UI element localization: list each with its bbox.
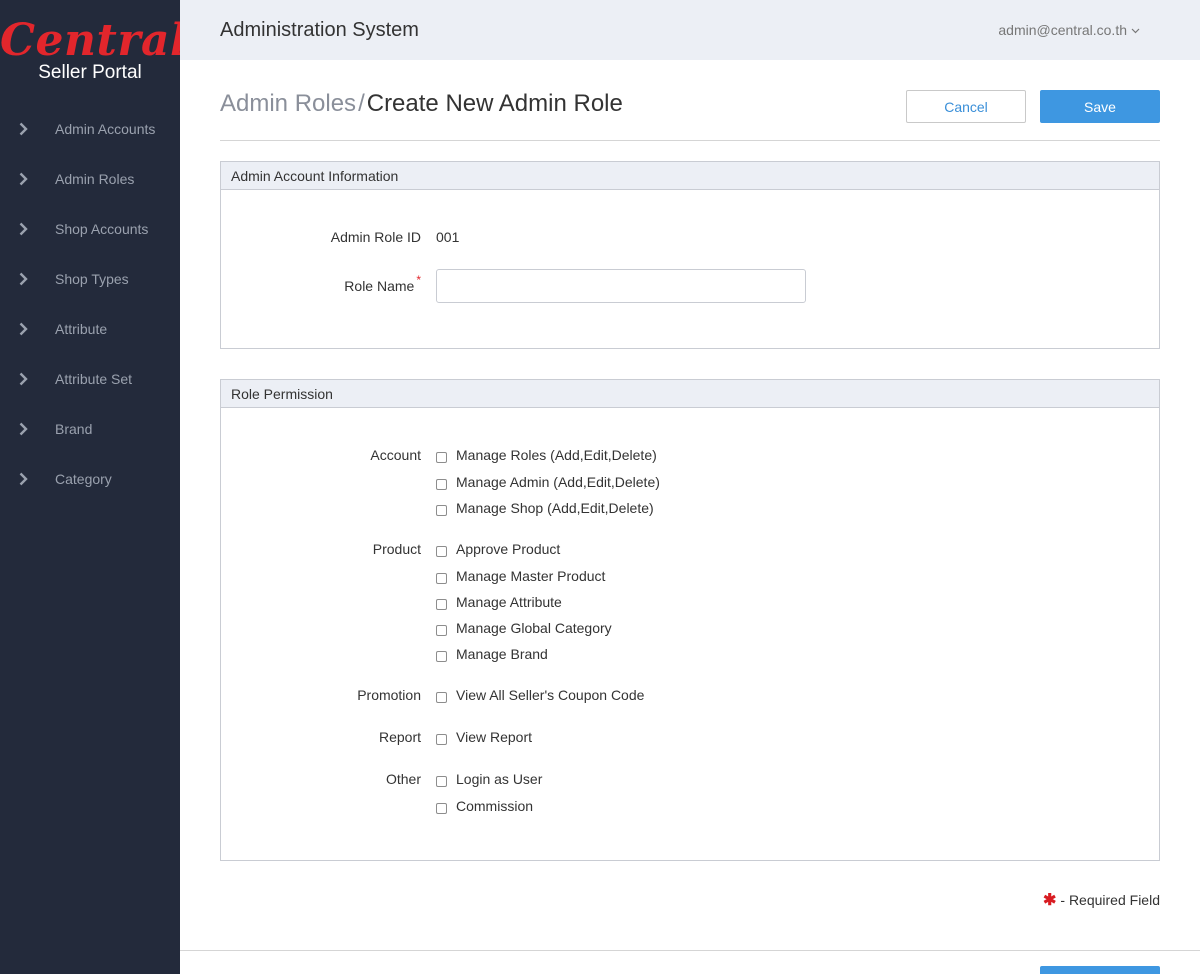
permission-option-label: View Report	[456, 729, 533, 745]
required-field-note: ✱ - Required Field	[1043, 890, 1160, 910]
breadcrumb: Admin Roles/Create New Admin Role	[220, 89, 623, 119]
checkbox-icon	[436, 775, 447, 787]
checkbox-icon	[436, 451, 447, 463]
chevron-right-icon	[19, 204, 31, 254]
sidebar-item-label: Category	[55, 471, 112, 487]
required-asterisk-icon: ✱	[1042, 892, 1057, 909]
checkbox-icon	[436, 802, 447, 814]
checkbox-icon	[436, 572, 447, 584]
checkbox-icon	[436, 504, 447, 516]
sidebar-nav: Admin Accounts Admin Roles Shop Accounts…	[0, 104, 180, 504]
sidebar-item-label: Attribute	[55, 321, 108, 337]
user-menu[interactable]: admin@central.co.th	[998, 0, 1140, 60]
checkbox-icon	[436, 650, 447, 662]
sidebar-item-label: Brand	[55, 421, 93, 437]
permission-approve-product-checkbox[interactable]: Approve Product	[436, 541, 560, 557]
sidebar-item-label: Attribute Set	[55, 371, 133, 387]
permission-option-label: Manage Attribute	[456, 594, 562, 610]
sidebar-item-attribute[interactable]: Attribute	[0, 304, 180, 354]
checkbox-icon	[436, 691, 447, 703]
chevron-down-icon	[1131, 28, 1140, 34]
chevron-right-icon	[19, 304, 31, 354]
permission-group-report-label: Report	[378, 729, 421, 745]
permission-group-promotion-label: Promotion	[357, 687, 421, 703]
sidebar-item-label: Shop Accounts	[55, 221, 149, 237]
chevron-right-icon	[19, 254, 31, 304]
checkbox-icon	[436, 545, 447, 557]
permission-option-label: Login as User	[456, 771, 543, 787]
breadcrumb-parent-link[interactable]: Admin Roles	[220, 90, 356, 117]
page-header: Admin Roles/Create New Admin Role Cancel…	[220, 60, 1160, 141]
permission-manage-admin-checkbox[interactable]: Manage Admin (Add,Edit,Delete)	[436, 474, 660, 490]
top-bar: Administration System admin@central.co.t…	[180, 0, 1200, 60]
sidebar-item-label: Admin Accounts	[55, 121, 156, 137]
permission-option-label: Manage Master Product	[456, 568, 606, 584]
admin-account-info-panel: Admin Account Information Admin Role ID …	[220, 161, 1160, 349]
sidebar-item-attribute-set[interactable]: Attribute Set	[0, 354, 180, 404]
sidebar-item-brand[interactable]: Brand	[0, 404, 180, 454]
checkbox-icon	[436, 598, 447, 610]
sidebar-item-category[interactable]: Category	[0, 454, 180, 504]
sidebar-item-label: Admin Roles	[55, 171, 135, 187]
permission-option-label: View All Seller's Coupon Code	[456, 687, 645, 703]
permission-manage-global-category-checkbox[interactable]: Manage Global Category	[436, 620, 612, 636]
panel-title: Admin Account Information	[221, 162, 1159, 190]
chevron-right-icon	[19, 454, 31, 504]
main-content: Admin Roles/Create New Admin Role Cancel…	[220, 60, 1160, 909]
sidebar-item-label: Shop Types	[55, 271, 129, 287]
role-name-label: Role Name *	[221, 273, 421, 294]
save-button[interactable]: Save	[1040, 90, 1160, 123]
admin-role-id-value: 001	[436, 229, 460, 245]
cancel-button[interactable]: Cancel	[906, 90, 1026, 123]
role-name-label-text: Role Name	[344, 278, 415, 294]
permission-manage-attribute-checkbox[interactable]: Manage Attribute	[436, 594, 562, 610]
panel-title: Role Permission	[221, 380, 1159, 408]
checkbox-icon	[436, 624, 447, 636]
sidebar-item-shop-accounts[interactable]: Shop Accounts	[0, 204, 180, 254]
logo-wordmark: Central	[0, 15, 188, 66]
permission-option-label: Manage Admin (Add,Edit,Delete)	[456, 474, 660, 490]
permission-option-label: Manage Roles (Add,Edit,Delete)	[456, 447, 657, 463]
role-name-input[interactable]	[436, 269, 806, 303]
permission-manage-shop-checkbox[interactable]: Manage Shop (Add,Edit,Delete)	[436, 500, 654, 516]
permission-view-coupon-code-checkbox[interactable]: View All Seller's Coupon Code	[436, 687, 644, 703]
page-title: Create New Admin Role	[366, 90, 623, 117]
admin-role-id-label: Admin Role ID	[330, 229, 421, 245]
chevron-right-icon	[19, 354, 31, 404]
permission-group-other-label: Other	[385, 771, 421, 787]
sidebar-item-admin-roles[interactable]: Admin Roles	[0, 154, 180, 204]
permission-manage-roles-checkbox[interactable]: Manage Roles (Add,Edit,Delete)	[436, 447, 657, 463]
sidebar-item-shop-types[interactable]: Shop Types	[0, 254, 180, 304]
permission-group-product-label: Product	[372, 541, 421, 557]
sidebar: Central Seller Portal Admin Accounts Adm…	[0, 0, 188, 974]
permission-manage-brand-checkbox[interactable]: Manage Brand	[436, 646, 548, 662]
permission-option-label: Manage Brand	[456, 646, 548, 662]
role-permission-panel: Role Permission Account Manage Roles (Ad…	[220, 379, 1160, 861]
required-marker: *	[416, 273, 421, 287]
footer-save-button[interactable]	[1040, 966, 1160, 974]
checkbox-icon	[436, 478, 447, 490]
chevron-right-icon	[19, 154, 31, 204]
permission-commission-checkbox[interactable]: Commission	[436, 798, 533, 814]
app-title: Administration System	[220, 19, 419, 41]
required-field-text: - Required Field	[1060, 892, 1160, 908]
permission-option-label: Manage Shop (Add,Edit,Delete)	[456, 500, 654, 516]
permission-login-as-user-checkbox[interactable]: Login as User	[436, 771, 542, 787]
permission-option-label: Commission	[456, 798, 534, 814]
chevron-right-icon	[19, 404, 31, 454]
chevron-right-icon	[19, 104, 31, 154]
permission-manage-master-product-checkbox[interactable]: Manage Master Product	[436, 568, 605, 584]
permission-option-label: Approve Product	[456, 541, 561, 557]
permission-option-label: Manage Global Category	[456, 620, 612, 636]
brand-logo[interactable]: Central Seller Portal	[0, 0, 188, 100]
breadcrumb-separator: /	[358, 90, 365, 117]
sidebar-item-admin-accounts[interactable]: Admin Accounts	[0, 104, 180, 154]
footer-divider	[180, 950, 1200, 951]
user-email: admin@central.co.th	[998, 22, 1127, 38]
permission-group-account-label: Account	[370, 447, 421, 463]
checkbox-icon	[436, 733, 447, 745]
permission-view-report-checkbox[interactable]: View Report	[436, 729, 532, 745]
